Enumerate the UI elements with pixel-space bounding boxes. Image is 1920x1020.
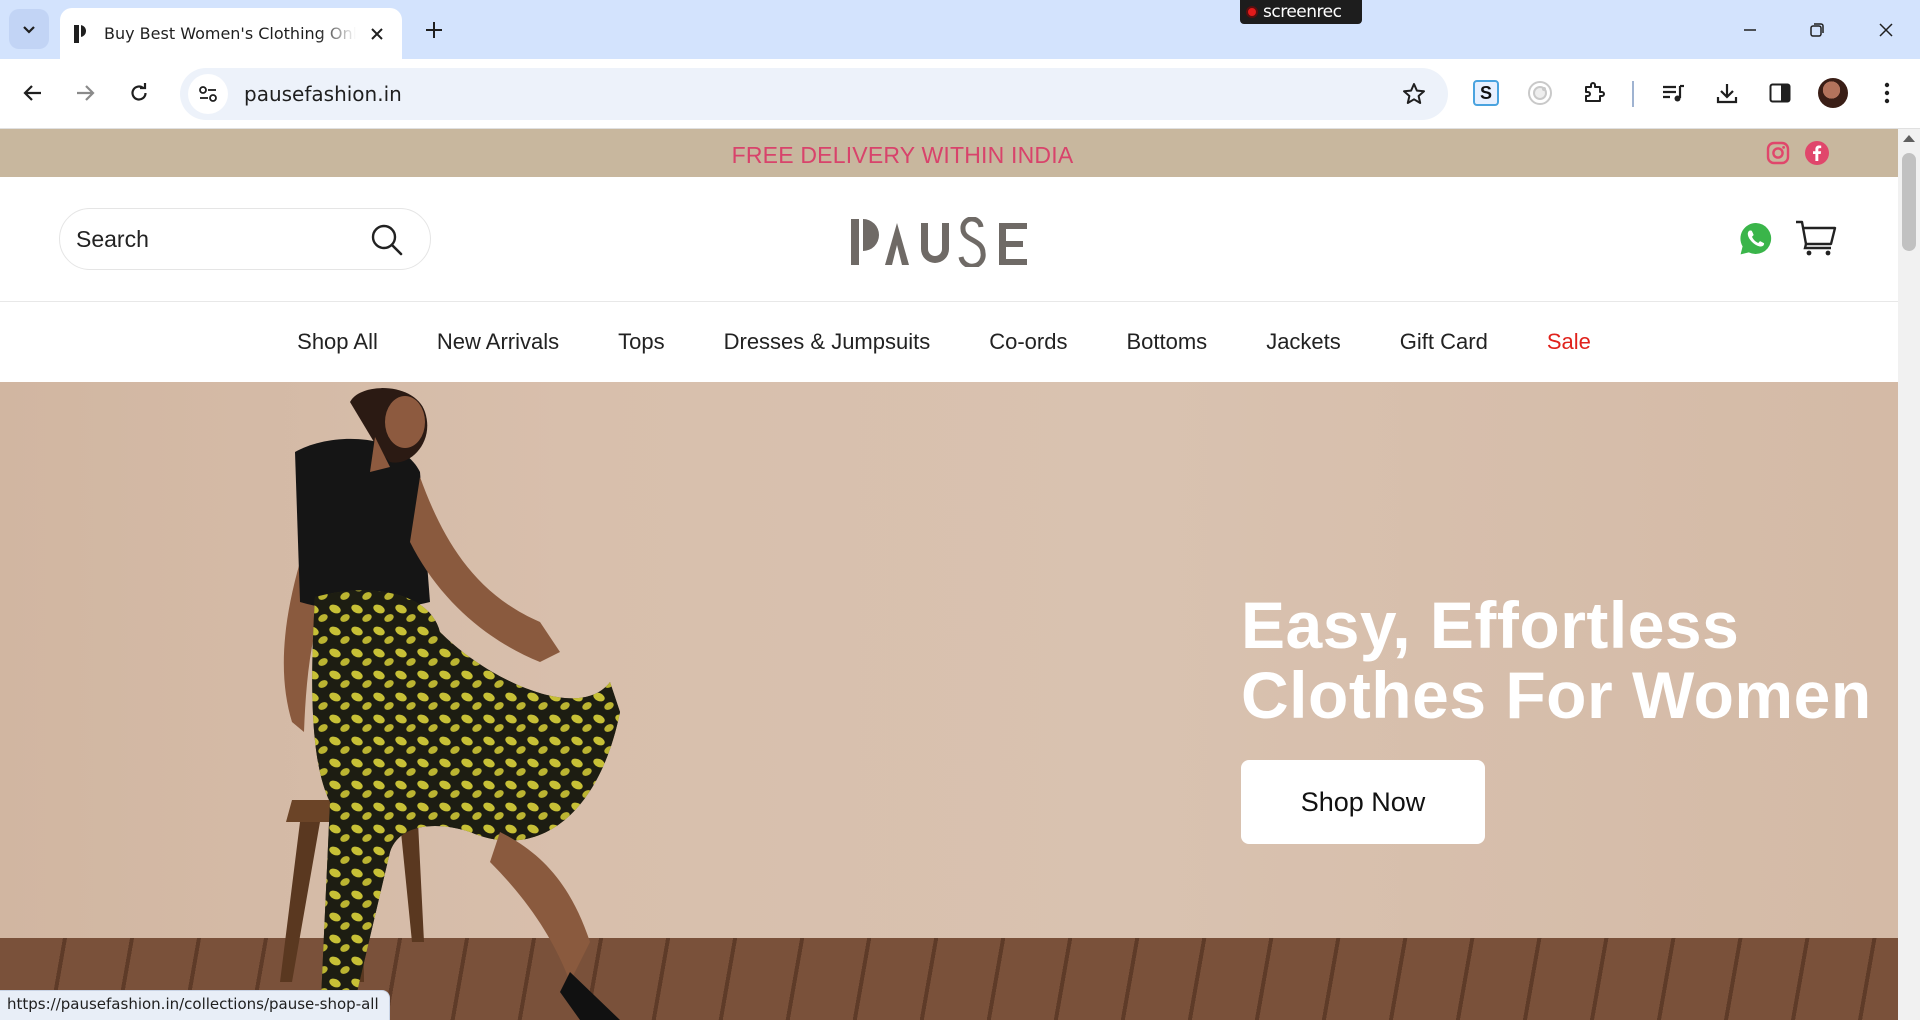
downloads-button[interactable] xyxy=(1707,73,1747,113)
site-settings-icon xyxy=(199,86,217,102)
forward-icon xyxy=(77,85,95,101)
nav-dresses-jumpsuits[interactable]: Dresses & Jumpsuits xyxy=(724,329,931,355)
favicon-icon xyxy=(74,24,90,43)
main-navigation: Shop All New Arrivals Tops Dresses & Jum… xyxy=(0,302,1898,382)
minimize-button[interactable] xyxy=(1730,10,1770,50)
search-icon[interactable] xyxy=(370,223,404,257)
nav-shop-all[interactable]: Shop All xyxy=(297,329,378,355)
screenrec-badge: screenrec xyxy=(1240,0,1362,24)
download-icon xyxy=(1716,84,1738,104)
page-scrollbar[interactable] xyxy=(1898,129,1920,1020)
tab-close-button[interactable] xyxy=(366,23,388,45)
hero-model-image xyxy=(280,388,620,1020)
extension-s-icon: S xyxy=(1473,80,1499,106)
tab-search-button[interactable] xyxy=(9,9,49,49)
site-header: Search xyxy=(0,177,1898,302)
browser-toolbar: pausefashion.in S xyxy=(0,59,1920,129)
nav-bottoms[interactable]: Bottoms xyxy=(1126,329,1207,355)
new-tab-button[interactable] xyxy=(418,14,450,46)
url-text: pausefashion.in xyxy=(244,82,402,106)
tab-search-icon xyxy=(23,26,35,34)
whatsapp-icon[interactable] xyxy=(1738,221,1774,257)
facebook-link[interactable] xyxy=(1803,139,1831,167)
browser-menu-button[interactable] xyxy=(1867,73,1907,113)
window-close-icon xyxy=(1879,23,1893,37)
back-button[interactable] xyxy=(13,73,53,113)
back-icon xyxy=(23,85,41,101)
forward-button[interactable] xyxy=(65,73,105,113)
reload-button[interactable] xyxy=(119,73,159,113)
star-icon xyxy=(1403,83,1425,104)
nav-new-arrivals[interactable]: New Arrivals xyxy=(437,329,559,355)
restore-button[interactable] xyxy=(1797,10,1837,50)
restore-icon xyxy=(1810,23,1824,37)
nav-gift-card[interactable]: Gift Card xyxy=(1400,329,1488,355)
nav-jackets[interactable]: Jackets xyxy=(1266,329,1341,355)
side-panel-icon xyxy=(1769,83,1791,103)
instagram-icon xyxy=(1766,141,1790,165)
bookmark-button[interactable] xyxy=(1398,78,1430,110)
nav-tops[interactable]: Tops xyxy=(618,329,664,355)
search-label: Search xyxy=(76,225,149,252)
minimize-icon xyxy=(1744,29,1756,31)
kebab-menu-icon xyxy=(1884,82,1890,104)
extensions-button[interactable] xyxy=(1574,73,1614,113)
search-input[interactable]: Search xyxy=(59,208,431,270)
record-dot xyxy=(1246,6,1258,18)
hero-title-line-1: Easy, Effortless xyxy=(1241,588,1740,662)
extension-s-button[interactable]: S xyxy=(1466,73,1506,113)
extension-circle-button[interactable] xyxy=(1520,73,1560,113)
close-icon xyxy=(371,27,383,40)
media-queue-icon xyxy=(1663,84,1684,102)
announcement-text: FREE DELIVERY WITHIN INDIA xyxy=(731,142,1074,168)
plus-icon xyxy=(426,22,442,38)
shop-now-button[interactable]: Shop Now xyxy=(1241,760,1485,844)
tab-title: Buy Best Women's Clothing Online xyxy=(104,24,356,43)
nav-co-ords[interactable]: Co-ords xyxy=(989,329,1067,355)
window-close-button[interactable] xyxy=(1866,10,1906,50)
hero-title: Easy, Effortless Clothes For Women xyxy=(1241,590,1881,730)
hero-banner: Easy, Effortless Clothes For Women Shop … xyxy=(0,382,1898,1020)
facebook-icon xyxy=(1805,141,1829,165)
scroll-thumb[interactable] xyxy=(1902,153,1916,251)
web-page: FREE DELIVERY WITHIN INDIA Search Shop A… xyxy=(0,129,1898,1020)
instagram-link[interactable] xyxy=(1764,139,1792,167)
puzzle-icon xyxy=(1585,82,1605,102)
avatar xyxy=(1818,78,1848,108)
active-tab[interactable]: Buy Best Women's Clothing Online xyxy=(60,8,402,59)
profile-button[interactable] xyxy=(1813,73,1853,113)
cart-icon[interactable] xyxy=(1795,219,1837,257)
extension-circle-icon xyxy=(1528,81,1552,105)
scroll-up-arrow-icon[interactable] xyxy=(1903,135,1915,142)
nav-sale[interactable]: Sale xyxy=(1547,329,1591,355)
toolbar-separator xyxy=(1632,81,1634,107)
reload-icon xyxy=(131,83,147,101)
screen: Buy Best Women's Clothing Online screenr… xyxy=(0,0,1920,1020)
link-status-bubble: https://pausefashion.in/collections/paus… xyxy=(0,990,390,1020)
side-panel-button[interactable] xyxy=(1760,73,1800,113)
address-bar[interactable]: pausefashion.in xyxy=(180,68,1448,120)
hero-title-line-2: Clothes For Women xyxy=(1241,658,1872,732)
announcement-bar: FREE DELIVERY WITHIN INDIA xyxy=(0,129,1898,177)
recorder-label: screenrec xyxy=(1263,2,1342,22)
tab-strip: Buy Best Women's Clothing Online screenr… xyxy=(0,0,1920,59)
media-queue-button[interactable] xyxy=(1653,73,1693,113)
site-settings-button[interactable] xyxy=(188,74,228,114)
site-logo[interactable] xyxy=(849,217,1049,267)
